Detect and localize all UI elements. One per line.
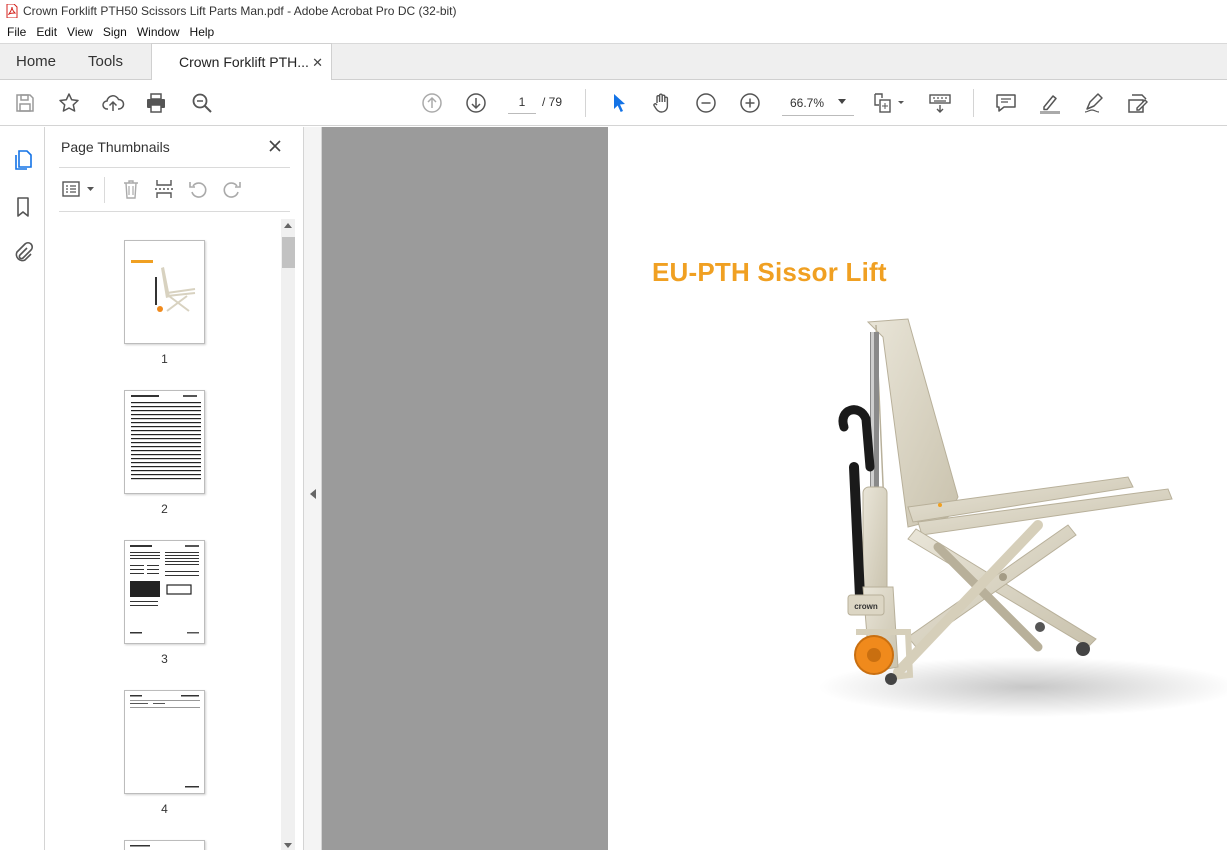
rotate-right-icon[interactable]: [220, 177, 244, 201]
comment-icon[interactable]: [993, 90, 1019, 116]
bookmark-icon[interactable]: [10, 194, 36, 220]
page-thumbnail-2[interactable]: [124, 390, 205, 494]
rotate-left-icon[interactable]: [186, 177, 210, 201]
page-thumbnail-label: 4: [161, 802, 168, 816]
toolbar-separator: [973, 89, 974, 117]
page-total: / 79: [542, 95, 563, 109]
left-navigation-rail: [0, 127, 45, 850]
toolbar-separator: [585, 89, 586, 117]
menu-edit[interactable]: Edit: [31, 22, 62, 43]
page-thumbnails-panel: Page Thumbnails 1 2 3 4: [45, 127, 304, 850]
zoom-out-icon[interactable]: [693, 90, 719, 116]
scroll-down-icon[interactable]: [284, 843, 292, 848]
page-thumbnail-3[interactable]: [124, 540, 205, 644]
collapse-panel-icon[interactable]: [310, 489, 316, 499]
pointer-icon[interactable]: [606, 90, 632, 116]
page-thumbnail-label: 3: [161, 652, 168, 666]
paperclip-icon[interactable]: [10, 239, 36, 265]
main-toolbar: [0, 80, 1227, 126]
tab-document[interactable]: Crown Forklift PTH... ✕: [151, 43, 332, 80]
zoom-value: 66.7%: [790, 95, 825, 110]
fill-sign-icon[interactable]: [1125, 90, 1151, 116]
panel-toolbar-separator: [104, 177, 105, 203]
menu-view[interactable]: View: [62, 22, 98, 43]
acrobat-pdf-icon: [6, 3, 18, 19]
document-canvas: [322, 127, 608, 850]
crown-logo: crown: [854, 602, 878, 611]
page-thumbnail-label: 2: [161, 502, 168, 516]
thumbnail-options-icon[interactable]: [59, 177, 99, 201]
menu-window[interactable]: Window: [132, 22, 185, 43]
scissor-lift-illustration: crown: [818, 318, 1227, 717]
title-bar: Crown Forklift PTH50 Scissors Lift Parts…: [0, 0, 1227, 22]
pen-icon[interactable]: [1081, 90, 1107, 116]
menu-file[interactable]: File: [2, 22, 31, 43]
tab-tools[interactable]: Tools: [88, 44, 123, 80]
tab-document-label: Crown Forklift PTH...: [179, 54, 309, 70]
scrollbar-thumb[interactable]: [282, 237, 295, 268]
print-icon[interactable]: [143, 90, 169, 116]
panel-splitter[interactable]: [304, 127, 322, 850]
menu-sign[interactable]: Sign: [98, 22, 132, 43]
page-fit-icon[interactable]: [872, 90, 908, 116]
panel-title: Page Thumbnails: [61, 139, 170, 155]
close-icon[interactable]: [265, 136, 285, 156]
cloud-upload-icon[interactable]: [100, 90, 126, 116]
close-tab-icon[interactable]: ✕: [312, 55, 323, 71]
menu-help[interactable]: Help: [185, 22, 220, 43]
delete-icon[interactable]: [119, 177, 143, 201]
keyboard-scroll-icon[interactable]: [927, 90, 953, 116]
window-title: Crown Forklift PTH50 Scissors Lift Parts…: [23, 4, 457, 18]
arrow-up-circle-icon[interactable]: [419, 90, 445, 116]
page-number-input[interactable]: [508, 90, 536, 114]
chevron-down-icon: [838, 99, 846, 104]
hand-icon[interactable]: [649, 90, 675, 116]
menu-bar: File Edit View Sign Window Help: [0, 22, 1227, 43]
page-thumbnail-4[interactable]: [124, 690, 205, 794]
tab-home[interactable]: Home: [16, 44, 56, 80]
document-page[interactable]: EU-PTH Sissor Lift crown: [608, 127, 1227, 850]
zoom-in-icon[interactable]: [737, 90, 763, 116]
thumbnail-scrollbar[interactable]: [281, 219, 295, 850]
arrow-down-circle-icon[interactable]: [463, 90, 489, 116]
highlight-icon[interactable]: [1037, 90, 1063, 116]
page-thumbnails-icon[interactable]: [10, 147, 36, 173]
page-thumbnail-1[interactable]: [124, 240, 205, 344]
tab-bar: Home Tools Crown Forklift PTH... ✕: [0, 43, 1227, 80]
panel-divider: [59, 167, 290, 168]
page-thumbnail-label: 1: [161, 352, 168, 366]
search-icon[interactable]: [189, 90, 215, 116]
insert-pages-icon[interactable]: [152, 177, 176, 201]
star-icon[interactable]: [56, 90, 82, 116]
panel-divider: [59, 211, 290, 212]
save-icon[interactable]: [12, 90, 38, 116]
zoom-select[interactable]: 66.7%: [782, 90, 854, 116]
scroll-up-icon[interactable]: [284, 223, 292, 228]
page-thumbnail-5-partial[interactable]: [124, 840, 205, 850]
